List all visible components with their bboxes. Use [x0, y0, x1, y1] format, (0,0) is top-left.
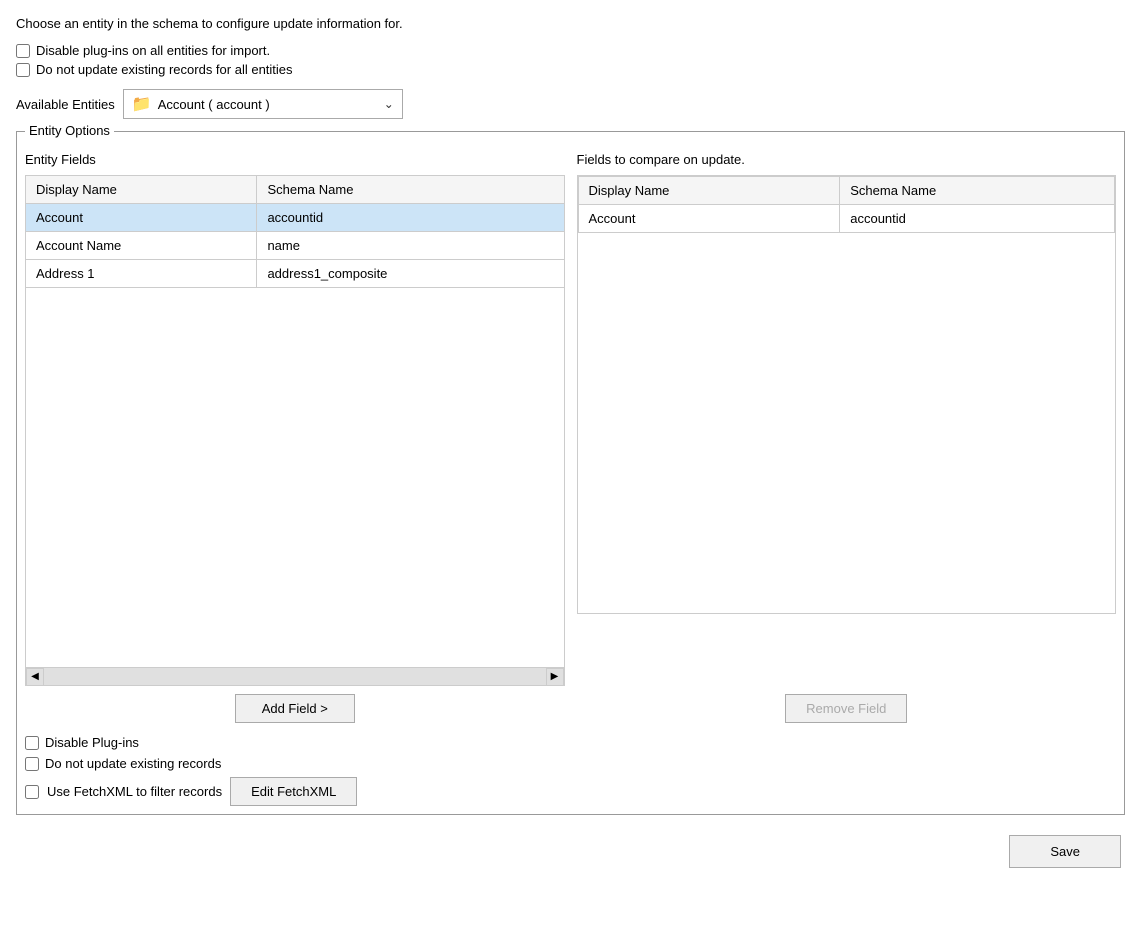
entity-dropdown[interactable]: 📁 Account ( account ) ⌄: [123, 89, 403, 119]
schema-name-cell: address1_composite: [257, 260, 564, 288]
left-panel: Entity Fields Display Name Schema Name A…: [25, 152, 565, 686]
folder-icon: 📁: [132, 94, 152, 114]
do-not-update-entity-label: Do not update existing records: [45, 756, 221, 771]
right-panel: Fields to compare on update. Display Nam…: [577, 152, 1117, 686]
schema-name-cell: accountid: [840, 205, 1115, 233]
entity-options-group: Entity Options Entity Fields Display Nam…: [16, 131, 1125, 815]
entity-fields-table-wrapper: Display Name Schema Name Accountaccounti…: [25, 175, 565, 668]
compare-col-schema: Schema Name: [840, 177, 1115, 205]
schema-name-cell: name: [257, 232, 564, 260]
use-fetchxml-checkbox[interactable]: [25, 785, 39, 799]
fields-compare-table: Display Name Schema Name Accountaccounti…: [578, 176, 1116, 233]
right-table-empty-space: [578, 233, 1116, 613]
intro-text: Choose an entity in the schema to config…: [16, 16, 1125, 31]
schema-name-cell: accountid: [257, 204, 564, 232]
add-field-wrapper: Add Field >: [25, 694, 565, 723]
disable-plugins-global-checkbox[interactable]: [16, 44, 30, 58]
do-not-update-global-row: Do not update existing records for all e…: [16, 62, 1125, 77]
display-name-cell: Account: [578, 205, 840, 233]
left-scrollbar-track[interactable]: [44, 668, 546, 685]
disable-plugins-entity-row: Disable Plug-ins: [25, 735, 1116, 750]
entity-fields-col-display: Display Name: [26, 176, 257, 204]
do-not-update-entity-checkbox[interactable]: [25, 757, 39, 771]
entity-fields-col-schema: Schema Name: [257, 176, 564, 204]
table-row[interactable]: Address 1address1_composite: [26, 260, 565, 288]
available-entities-row: Available Entities 📁 Account ( account )…: [16, 89, 1125, 119]
edit-fetchxml-button[interactable]: Edit FetchXML: [230, 777, 357, 806]
table-row[interactable]: Accountaccountid: [26, 204, 565, 232]
save-bar: Save: [16, 835, 1125, 868]
display-name-cell: Account Name: [26, 232, 257, 260]
disable-plugins-entity-checkbox[interactable]: [25, 736, 39, 750]
fields-container: Entity Fields Display Name Schema Name A…: [25, 152, 1116, 686]
disable-plugins-entity-label: Disable Plug-ins: [45, 735, 139, 750]
add-field-button[interactable]: Add Field >: [235, 694, 355, 723]
entity-fields-table: Display Name Schema Name Accountaccounti…: [25, 175, 565, 288]
entity-dropdown-text: Account ( account ): [158, 97, 378, 112]
entity-options-legend: Entity Options: [25, 123, 114, 138]
fields-compare-table-container: Display Name Schema Name Accountaccounti…: [577, 175, 1117, 614]
bottom-entity-options: Disable Plug-ins Do not update existing …: [25, 735, 1116, 806]
left-table-empty-space: [25, 288, 565, 668]
use-fetchxml-row: Use FetchXML to filter records Edit Fetc…: [25, 777, 1116, 806]
fields-to-compare-title: Fields to compare on update.: [577, 152, 1117, 167]
save-button[interactable]: Save: [1009, 835, 1121, 868]
disable-plugins-global-label: Disable plug-ins on all entities for imp…: [36, 43, 270, 58]
compare-col-display: Display Name: [578, 177, 840, 205]
left-scroll-left-arrow[interactable]: ◀: [26, 668, 44, 686]
left-scroll-right-arrow[interactable]: ▶: [546, 668, 564, 686]
table-row[interactable]: Account Namename: [26, 232, 565, 260]
do-not-update-global-label: Do not update existing records for all e…: [36, 62, 293, 77]
display-name-cell: Address 1: [26, 260, 257, 288]
do-not-update-entity-row: Do not update existing records: [25, 756, 1116, 771]
left-scrollbar-row: ◀ ▶: [25, 668, 565, 686]
available-entities-label: Available Entities: [16, 97, 115, 112]
remove-field-wrapper: Remove Field: [577, 694, 1117, 723]
table-row[interactable]: Accountaccountid: [578, 205, 1115, 233]
disable-plugins-global-row: Disable plug-ins on all entities for imp…: [16, 43, 1125, 58]
use-fetchxml-label: Use FetchXML to filter records: [47, 784, 222, 799]
entity-fields-title: Entity Fields: [25, 152, 565, 167]
chevron-down-icon: ⌄: [384, 97, 394, 111]
remove-field-button[interactable]: Remove Field: [785, 694, 907, 723]
display-name-cell: Account: [26, 204, 257, 232]
do-not-update-global-checkbox[interactable]: [16, 63, 30, 77]
field-action-buttons: Add Field > Remove Field: [25, 694, 1116, 723]
